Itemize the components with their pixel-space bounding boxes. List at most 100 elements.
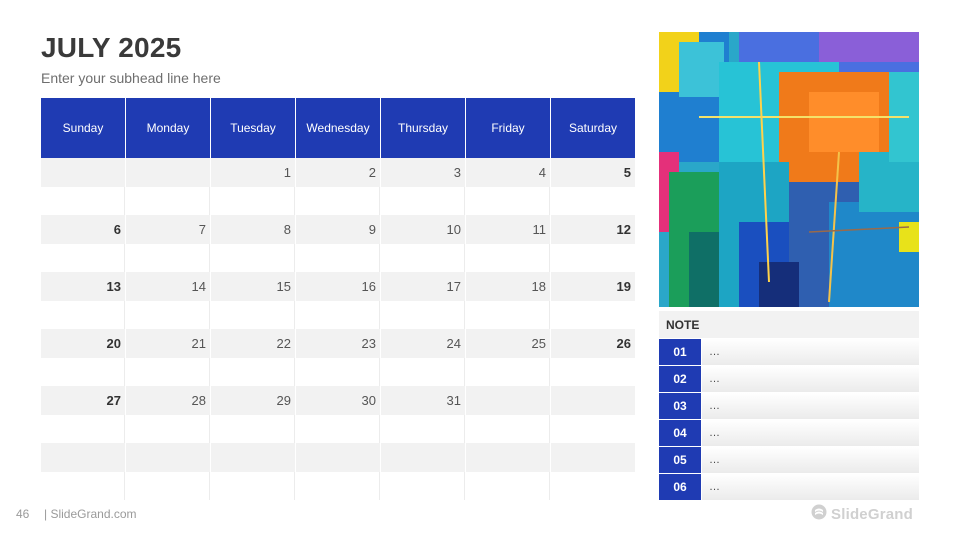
note-text[interactable]: … [702,339,919,365]
note-row: 06 … [659,474,919,500]
note-text[interactable]: … [702,366,919,392]
calendar-day-cell[interactable]: 24 [381,329,465,386]
day-number: 8 [283,222,291,237]
note-row: 02 … [659,366,919,392]
day-band [296,215,380,244]
note-number: 02 [659,366,701,392]
calendar-day-cell[interactable]: 20 [41,329,125,386]
day-notes-area [211,358,295,386]
calendar-day-cell[interactable] [211,443,295,500]
day-notes-area [466,358,550,386]
calendar-day-cell[interactable] [466,386,550,443]
day-notes-area [381,358,465,386]
calendar-day-cell[interactable]: 28 [126,386,210,443]
calendar-day-cell[interactable] [551,443,635,500]
day-number: 4 [538,165,546,180]
calendar-day-cell[interactable]: 4 [466,158,550,215]
day-number: 9 [368,222,376,237]
note-text[interactable]: … [702,474,919,500]
calendar-day-cell[interactable]: 3 [381,158,465,215]
day-number: 5 [623,165,631,180]
day-notes-area [466,244,550,272]
calendar-grid: Sunday Monday Tuesday Wednesday Thursday… [41,98,635,500]
calendar-day-cell[interactable]: 26 [551,329,635,386]
day-notes-area [381,472,465,500]
calendar-day-cell[interactable]: 27 [41,386,125,443]
day-band [41,158,125,187]
calendar-day-cell[interactable]: 11 [466,215,550,272]
calendar-week-row: 27 28 29 30 31 [41,386,635,443]
calendar-day-cell[interactable]: 19 [551,272,635,329]
day-notes-area [381,187,465,215]
calendar-day-cell[interactable]: 31 [381,386,465,443]
day-band [551,443,635,472]
day-number: 20 [106,336,121,351]
calendar-day-cell[interactable]: 25 [466,329,550,386]
calendar-day-cell[interactable]: 21 [126,329,210,386]
calendar-day-cell[interactable] [126,158,210,215]
calendar-day-cell[interactable]: 12 [551,215,635,272]
day-notes-area [41,301,125,329]
day-number: 23 [361,336,376,351]
calendar-day-cell[interactable]: 9 [296,215,380,272]
calendar-day-cell[interactable]: 8 [211,215,295,272]
note-text[interactable]: … [702,447,919,473]
calendar-header: Sunday Monday Tuesday Wednesday Thursday… [41,98,635,158]
calendar-day-cell[interactable]: 5 [551,158,635,215]
day-notes-area [296,358,380,386]
day-header-monday: Monday [126,98,210,158]
calendar-day-cell[interactable]: 6 [41,215,125,272]
calendar-day-cell[interactable] [41,443,125,500]
calendar-day-cell[interactable]: 10 [381,215,465,272]
calendar-day-cell[interactable] [551,386,635,443]
day-band [126,158,210,187]
note-row: 04 … [659,420,919,446]
calendar-day-cell[interactable]: 13 [41,272,125,329]
day-band [381,443,465,472]
calendar-day-cell[interactable] [126,443,210,500]
calendar-day-cell[interactable]: 18 [466,272,550,329]
calendar-weeks: 1 2 3 4 5 6 7 8 9 10 11 12 13 14 15 16 17 18 19 20 21 22 23 24 2… [41,158,635,500]
calendar-day-cell[interactable]: 30 [296,386,380,443]
calendar-day-cell[interactable]: 22 [211,329,295,386]
day-number: 3 [453,165,461,180]
day-number: 16 [361,279,376,294]
day-number: 14 [191,279,206,294]
day-band [211,158,295,187]
calendar-day-cell[interactable] [381,443,465,500]
calendar-day-cell[interactable]: 7 [126,215,210,272]
calendar-day-cell[interactable] [296,443,380,500]
calendar-day-cell[interactable]: 23 [296,329,380,386]
day-notes-area [466,415,550,443]
calendar-week-row [41,443,635,500]
note-number: 06 [659,474,701,500]
calendar-day-cell[interactable]: 1 [211,158,295,215]
day-number: 13 [106,279,121,294]
day-number: 10 [446,222,461,237]
calendar-day-cell[interactable] [466,443,550,500]
day-number: 25 [531,336,546,351]
day-number: 26 [616,336,631,351]
day-number: 31 [446,393,461,408]
calendar-day-cell[interactable]: 16 [296,272,380,329]
calendar-day-cell[interactable]: 29 [211,386,295,443]
day-number: 7 [198,222,206,237]
note-text[interactable]: … [702,393,919,419]
day-notes-area [211,472,295,500]
note-text[interactable]: … [702,420,919,446]
day-band [126,443,210,472]
calendar-day-cell[interactable] [41,158,125,215]
day-notes-area [296,472,380,500]
day-notes-area [551,301,635,329]
day-notes-area [126,187,210,215]
calendar-day-cell[interactable]: 17 [381,272,465,329]
day-notes-area [551,472,635,500]
calendar-day-cell[interactable]: 2 [296,158,380,215]
calendar-day-cell[interactable]: 14 [126,272,210,329]
note-number: 04 [659,420,701,446]
day-number: 18 [531,279,546,294]
calendar-day-cell[interactable]: 15 [211,272,295,329]
day-band [466,386,550,415]
day-notes-area [381,415,465,443]
day-number: 17 [446,279,461,294]
